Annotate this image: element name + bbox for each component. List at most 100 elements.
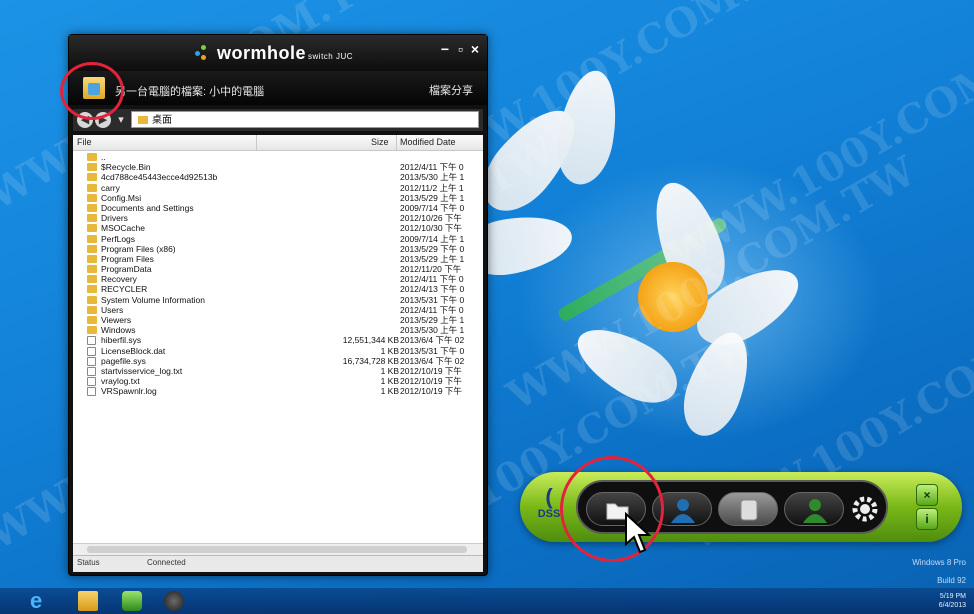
app2-icon[interactable]	[164, 591, 184, 611]
close-button[interactable]: ×	[471, 41, 479, 57]
dock-close-button[interactable]: ×	[916, 484, 938, 506]
file-date: 2012/10/19 下午	[400, 376, 462, 387]
column-size[interactable]: Size	[371, 137, 389, 147]
table-row[interactable]: LicenseBlock.dat 1 KB 2013/5/31 下午 0	[73, 346, 483, 356]
address-field[interactable]: 桌面	[131, 111, 479, 128]
folder-icon	[87, 173, 97, 182]
file-name: System Volume Information	[101, 294, 205, 305]
file-date: 2013/5/29 上午 1	[400, 192, 465, 203]
file-size: 1 KB	[380, 365, 399, 376]
table-row[interactable]: Windows 2013/5/30 上午 1	[73, 325, 483, 335]
table-row[interactable]: $Recycle.Bin 2012/4/11 下午 0	[73, 162, 483, 172]
file-date: 2013/6/4 下午 02	[400, 335, 465, 346]
table-row[interactable]: Program Files (x86) 2013/5/29 下午 0	[73, 244, 483, 254]
window-titlebar[interactable]: wormhole switch JUC − ▫ ×	[69, 35, 487, 71]
file-date: 2012/4/11 下午 0	[400, 274, 464, 285]
horizontal-scrollbar[interactable]	[73, 543, 483, 555]
folder-icon	[87, 285, 97, 294]
column-modified[interactable]: Modified Date	[400, 137, 456, 147]
table-row[interactable]: ProgramData 2012/11/20 下午	[73, 264, 483, 274]
folder-icon	[87, 254, 97, 263]
table-row[interactable]: startvisservice_log.txt 1 KB 2012/10/19 下午	[73, 366, 483, 376]
file-size: 12,551,344 KB	[342, 335, 399, 346]
table-row[interactable]: vraylog.txt 1 KB 2012/10/19 下午	[73, 376, 483, 387]
column-divider[interactable]	[396, 135, 397, 150]
highlight-circle	[60, 62, 124, 120]
file-icon	[87, 356, 96, 366]
file-size: 1 KB	[380, 376, 399, 387]
device-button[interactable]	[718, 492, 778, 526]
ie-icon[interactable]: e	[30, 590, 50, 612]
remote-path-title: 另一台電腦的檔案: 小中的電腦	[115, 86, 265, 98]
file-date: 2012/11/20 下午	[400, 264, 462, 275]
table-row[interactable]: PerfLogs 2009/7/14 上午 1	[73, 234, 483, 244]
file-name: Viewers	[101, 315, 132, 325]
file-name: pagefile.sys	[101, 355, 146, 366]
folder-icon	[87, 275, 97, 284]
status-value: Connected	[147, 558, 186, 567]
file-date: 2012/10/19 下午	[400, 365, 462, 376]
table-row[interactable]: Drivers 2012/10/26 下午	[73, 213, 483, 223]
table-row[interactable]: Documents and Settings 2009/7/14 下午 0	[73, 203, 483, 213]
file-share-button[interactable]: 檔案分享	[429, 82, 473, 98]
file-date: 2013/6/4 下午 02	[400, 355, 465, 366]
file-name: startvisservice_log.txt	[101, 365, 183, 376]
file-size: 1 KB	[380, 345, 399, 356]
file-date: 2013/5/30 上午 1	[400, 172, 465, 183]
user-green-icon	[803, 499, 827, 523]
table-row[interactable]: Users 2012/4/11 下午 0	[73, 305, 483, 315]
table-row[interactable]: hiberfil.sys 12,551,344 KB 2013/6/4 下午 02	[73, 335, 483, 346]
folder-icon	[87, 153, 97, 161]
column-file[interactable]: File	[77, 137, 92, 147]
local-user-button[interactable]	[784, 492, 844, 526]
app-subtitle: switch JUC	[308, 52, 354, 61]
file-name: ProgramData	[101, 264, 152, 275]
file-name: $Recycle.Bin	[101, 162, 151, 173]
folder-icon	[87, 183, 97, 192]
file-name: Program Files (x86)	[101, 243, 176, 254]
folder-icon	[138, 116, 148, 124]
settings-button[interactable]	[850, 494, 880, 524]
file-name: 4cd788ce45443ecce4d92513b	[101, 172, 218, 183]
file-size: 16,734,728 KB	[342, 355, 399, 366]
file-date: 2012/10/26 下午	[400, 213, 462, 224]
table-row[interactable]: 4cd788ce45443ecce4d92513b 2013/5/30 上午 1	[73, 172, 483, 182]
table-row[interactable]: MSOCache 2012/10/30 下午	[73, 223, 483, 233]
wormhole-logo-icon	[195, 45, 211, 61]
file-date: 2013/5/29 上午 1	[400, 253, 465, 264]
maximize-button[interactable]: ▫	[458, 41, 463, 57]
navigation-bar: ◀ ▶ ▾ 桌面	[73, 109, 483, 131]
folder-icon	[87, 214, 97, 223]
file-date: 2012/4/11 下午 0	[400, 162, 464, 173]
scrollbar-thumb[interactable]	[87, 546, 467, 553]
explorer-icon[interactable]	[78, 591, 98, 611]
file-icon	[87, 346, 96, 356]
folder-icon	[87, 234, 97, 243]
history-dropdown-icon[interactable]: ▾	[113, 112, 129, 128]
column-divider[interactable]	[256, 135, 257, 150]
app-title: wormhole	[217, 43, 307, 63]
file-list: File Size Modified Date .. $Recycle.Bin 20…	[73, 135, 483, 555]
table-row[interactable]: Viewers 2013/5/29 上午 1	[73, 315, 483, 325]
table-row[interactable]: ..	[73, 152, 483, 162]
status-bar: Status Connected	[73, 555, 483, 572]
wormhole-window: wormhole switch JUC − ▫ × 另一台電腦的檔案: 小中的電腦…	[68, 34, 488, 576]
table-row[interactable]: Program Files 2013/5/29 上午 1	[73, 254, 483, 264]
table-row[interactable]: pagefile.sys 16,734,728 KB 2013/6/4 下午 02	[73, 356, 483, 366]
app-icon[interactable]	[122, 591, 142, 611]
file-icon	[87, 377, 96, 387]
table-row[interactable]: carry 2012/11/2 上午 1	[73, 183, 483, 193]
system-tray[interactable]: 5/19 PM 6/4/2013	[939, 592, 966, 610]
table-row[interactable]: VRSpawnlr.log 1 KB 2012/10/19 下午	[73, 386, 483, 397]
minimize-button[interactable]: −	[441, 41, 449, 57]
dock-info-button[interactable]: i	[916, 508, 938, 530]
file-date: 2012/10/30 下午	[400, 223, 462, 234]
file-icon	[87, 387, 96, 397]
table-row[interactable]: System Volume Information 2013/5/31 下午 0	[73, 295, 483, 305]
table-row[interactable]: Recovery 2012/4/11 下午 0	[73, 274, 483, 284]
table-row[interactable]: RECYCLER 2012/4/13 下午 0	[73, 284, 483, 294]
file-name: vraylog.txt	[101, 376, 140, 387]
file-name: MSOCache	[101, 223, 145, 234]
file-date: 2013/5/30 上午 1	[400, 325, 465, 336]
table-row[interactable]: Config.Msi 2013/5/29 上午 1	[73, 193, 483, 203]
